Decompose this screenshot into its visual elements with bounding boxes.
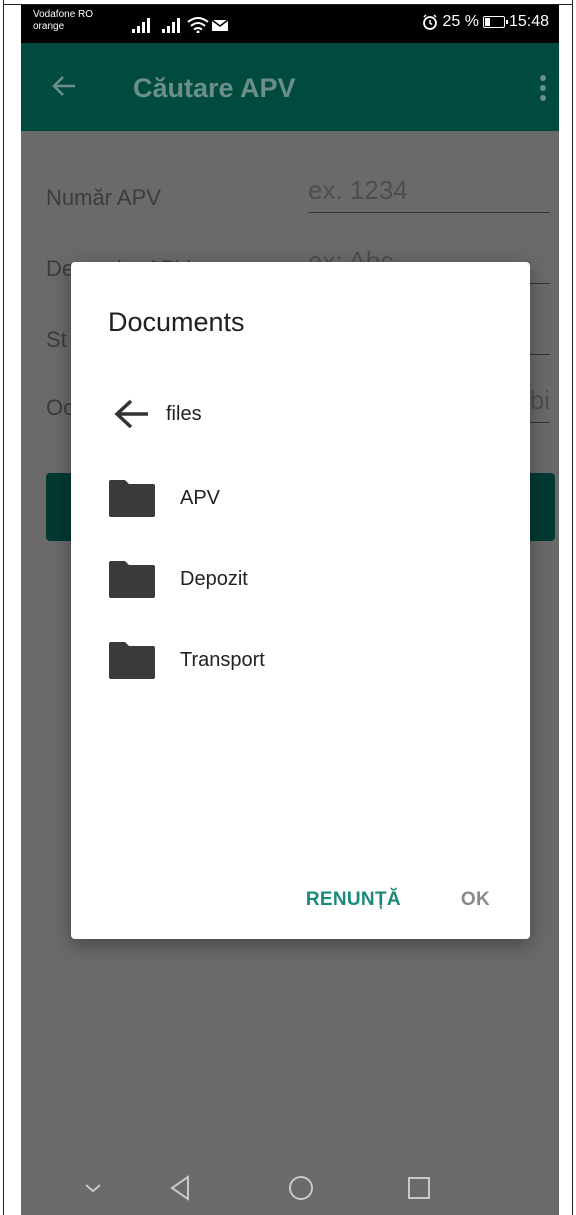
folder-item-transport[interactable]: Transport [108,630,498,690]
dialog-title: Documents [108,307,245,337]
folder-icon [108,640,156,680]
field-label: Număr APV [46,185,161,210]
folder-picker-dialog: Documents files APV Depozit Transport RE… [71,262,530,939]
ok-button[interactable]: OK [461,889,490,911]
carrier-info: Vodafone RO orange [33,9,93,33]
message-icon [211,19,229,31]
back-arrow-icon[interactable] [49,71,79,101]
folder-label: Depozit [180,567,248,590]
back-triangle-icon[interactable] [166,1173,196,1203]
numar-apv-input[interactable]: ex. 1234 [308,175,550,213]
signal-icon [132,18,150,33]
alarm-icon [423,14,438,30]
parent-folder-row[interactable]: files [108,384,498,444]
navigation-bar [21,1155,559,1215]
carrier-primary: Vodafone RO [33,9,94,20]
form-row-numar: Număr APV ex. 1234 [46,175,551,235]
field-label: St [46,327,67,352]
parent-folder-label: files [166,402,202,425]
frame-border [3,0,4,1215]
dialog-actions: RENUNȚĂ OK [306,889,490,911]
frame-border [572,0,573,1215]
screenshot-frame: Vodafone RO orange 25 % 15:48 Căutare AP… [0,0,576,1215]
status-right-group: 25 % 15:48 [422,13,549,31]
carrier-secondary: orange [33,21,65,32]
folder-label: APV [180,486,221,509]
battery-level [484,18,490,26]
battery-icon [482,16,508,28]
recents-square-icon[interactable] [404,1173,434,1203]
wifi-icon [187,17,209,33]
folder-label: Transport [180,648,265,671]
phone-screen: Vodafone RO orange 25 % 15:48 Căutare AP… [21,5,559,1215]
battery-percent: 25 % [442,13,479,30]
home-circle-icon[interactable] [286,1173,316,1203]
signal-icon [162,18,180,33]
page-title: Căutare APV [133,73,296,103]
folder-icon [108,478,156,518]
folder-icon [108,559,156,599]
chevron-down-icon[interactable] [78,1173,108,1203]
folder-item-apv[interactable]: APV [108,468,498,528]
cancel-button[interactable]: RENUNȚĂ [306,889,401,911]
folder-item-depozit[interactable]: Depozit [108,549,498,609]
status-bar: Vodafone RO orange 25 % 15:48 [21,5,559,43]
clock: 15:48 [508,13,549,30]
field-label: Oc [46,395,75,420]
back-arrow-icon [108,394,156,434]
overflow-menu-icon[interactable] [539,73,547,103]
app-bar: Căutare APV [21,43,559,131]
